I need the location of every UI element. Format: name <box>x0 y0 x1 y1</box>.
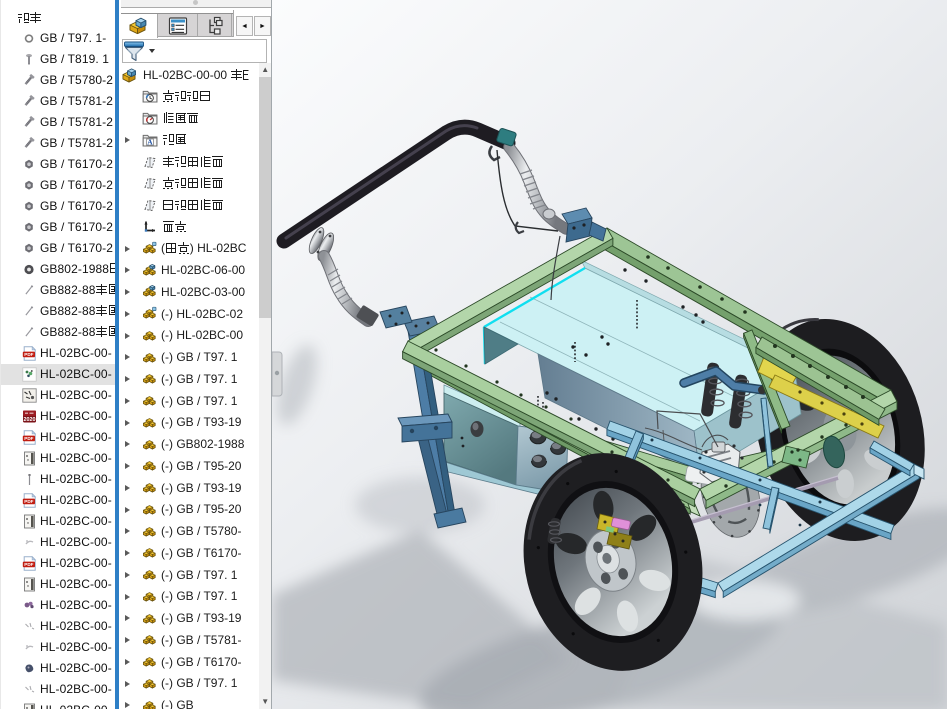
svg-text:2020: 2020 <box>24 417 36 423</box>
svg-text:PDF: PDF <box>24 499 33 504</box>
svg-text:A: A <box>147 137 153 146</box>
svg-text:PDF: PDF <box>24 436 33 441</box>
svg-text:PDF: PDF <box>24 562 33 567</box>
svg-text:PDF: PDF <box>24 352 33 357</box>
